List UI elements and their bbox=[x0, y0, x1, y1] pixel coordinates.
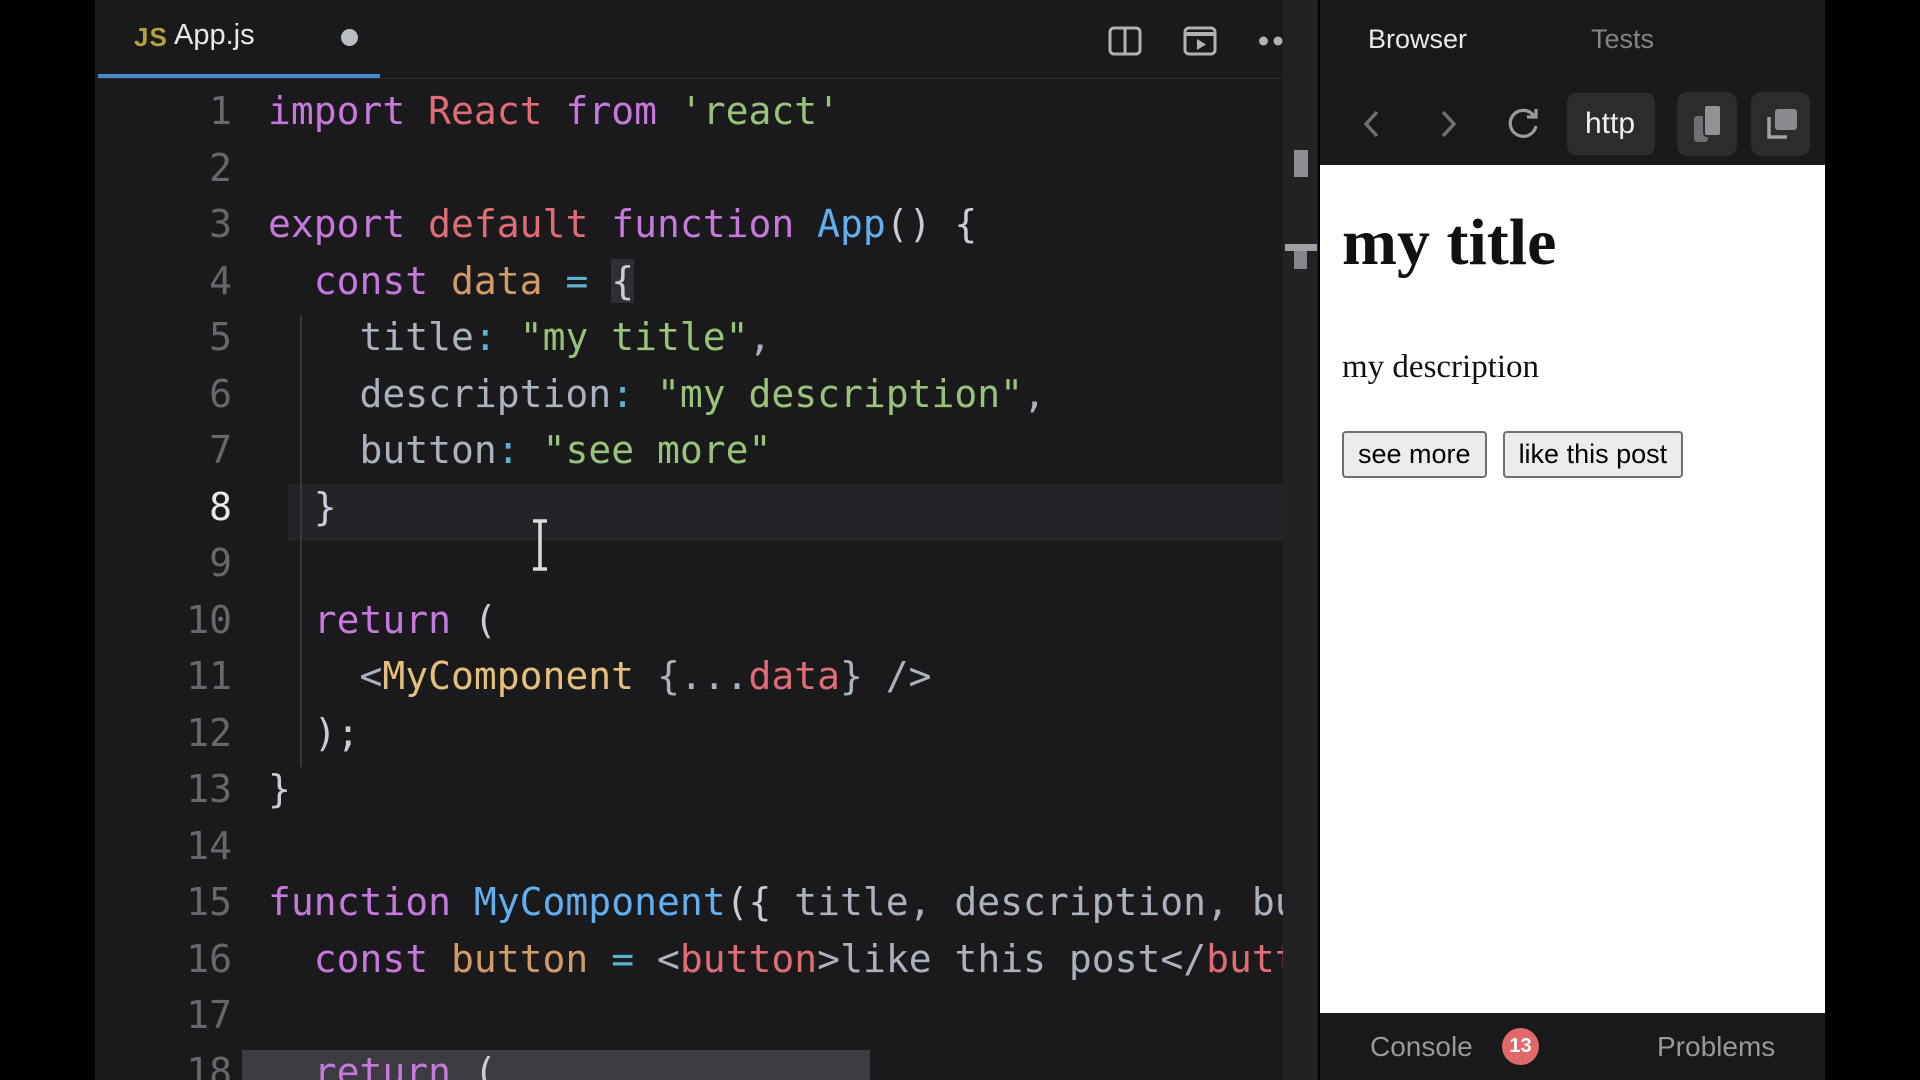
code-line: description: "my description", bbox=[268, 372, 1283, 429]
active-tab-underline bbox=[98, 74, 380, 78]
line-number: 10 bbox=[95, 598, 232, 655]
code-line: return ( bbox=[268, 1050, 1283, 1080]
browser-preview: my title my description see more like th… bbox=[1320, 165, 1825, 1013]
tab-title: App.js bbox=[174, 19, 255, 52]
line-number: 15 bbox=[95, 880, 232, 937]
line-number: 8 bbox=[95, 485, 232, 542]
back-icon[interactable] bbox=[1360, 106, 1384, 142]
like-this-post-button[interactable]: like this post bbox=[1503, 431, 1684, 478]
code-line: const button = <button>like this post</b… bbox=[268, 937, 1283, 994]
line-number: 2 bbox=[95, 146, 232, 203]
tab-tests[interactable]: Tests bbox=[1591, 24, 1654, 55]
problems-tab[interactable]: Problems bbox=[1657, 1013, 1775, 1080]
code-line: const data = { bbox=[268, 259, 1283, 316]
line-number: 13 bbox=[95, 767, 232, 824]
open-new-window-button[interactable] bbox=[1751, 92, 1810, 156]
code-line: } bbox=[268, 485, 1283, 542]
console-count-badge: 13 bbox=[1502, 1028, 1539, 1065]
run-preview-icon[interactable] bbox=[1183, 24, 1217, 58]
line-number: 1 bbox=[95, 89, 232, 146]
text-cursor-pointer bbox=[526, 517, 554, 573]
gutter: 123456789101112131415161718 bbox=[95, 89, 232, 1080]
code-line bbox=[268, 993, 1283, 1050]
code-line: button: "see more" bbox=[268, 428, 1283, 485]
code-line: return ( bbox=[268, 598, 1283, 655]
see-more-button[interactable]: see more bbox=[1342, 431, 1487, 478]
code-line bbox=[268, 146, 1283, 203]
scrollbar-mark-stem bbox=[1294, 251, 1307, 269]
split-editor-icon[interactable] bbox=[1108, 24, 1142, 58]
line-number: 17 bbox=[95, 993, 232, 1050]
preview-description: my description bbox=[1342, 347, 1539, 387]
code-line: export default function App() { bbox=[268, 202, 1283, 259]
code-lines[interactable]: import React from 'react' export default … bbox=[268, 89, 1283, 1080]
code-line: ); bbox=[268, 711, 1283, 768]
scrollbar-mark-bar bbox=[1285, 244, 1317, 251]
url-input[interactable]: http bbox=[1567, 93, 1655, 155]
line-number: 9 bbox=[95, 541, 232, 598]
code-line: function MyComponent({ title, descriptio… bbox=[268, 880, 1283, 937]
line-number: 5 bbox=[95, 315, 232, 372]
line-number: 14 bbox=[95, 824, 232, 881]
line-number: 18 bbox=[95, 1050, 232, 1080]
preview-button-row: see more like this post bbox=[1342, 431, 1683, 478]
unsaved-changes-dot bbox=[341, 29, 358, 46]
open-new-window-icon bbox=[1751, 92, 1810, 156]
line-number: 11 bbox=[95, 654, 232, 711]
panel-status-bar: Console 13 Problems bbox=[1320, 1013, 1825, 1080]
scrollbar-thumb[interactable] bbox=[1294, 150, 1308, 177]
refresh-icon[interactable] bbox=[1503, 104, 1543, 144]
code-line: } bbox=[268, 767, 1283, 824]
responsive-mode-button[interactable] bbox=[1677, 92, 1737, 156]
forward-icon[interactable] bbox=[1436, 106, 1460, 142]
preview-title: my title bbox=[1342, 203, 1556, 283]
code-line bbox=[268, 541, 1283, 598]
line-number: 16 bbox=[95, 937, 232, 994]
code-line: title: "my title", bbox=[268, 315, 1283, 372]
app-window: JS App.js 123456789101112131415161718 im… bbox=[0, 0, 1920, 1080]
line-number: 12 bbox=[95, 711, 232, 768]
code-line bbox=[268, 824, 1283, 881]
responsive-mode-icon bbox=[1677, 92, 1737, 156]
line-number: 4 bbox=[95, 259, 232, 316]
line-number: 7 bbox=[95, 428, 232, 485]
console-tab[interactable]: Console bbox=[1370, 1013, 1473, 1080]
url-text: http bbox=[1585, 93, 1635, 155]
line-number: 6 bbox=[95, 372, 232, 429]
preview-panel: Browser Tests http my t bbox=[1320, 0, 1825, 1080]
tab-browser[interactable]: Browser bbox=[1368, 24, 1467, 55]
line-number: 3 bbox=[95, 202, 232, 259]
code-line: import React from 'react' bbox=[268, 89, 1283, 146]
code-line: <MyComponent {...data} /> bbox=[268, 654, 1283, 711]
javascript-file-icon: JS bbox=[134, 22, 168, 53]
